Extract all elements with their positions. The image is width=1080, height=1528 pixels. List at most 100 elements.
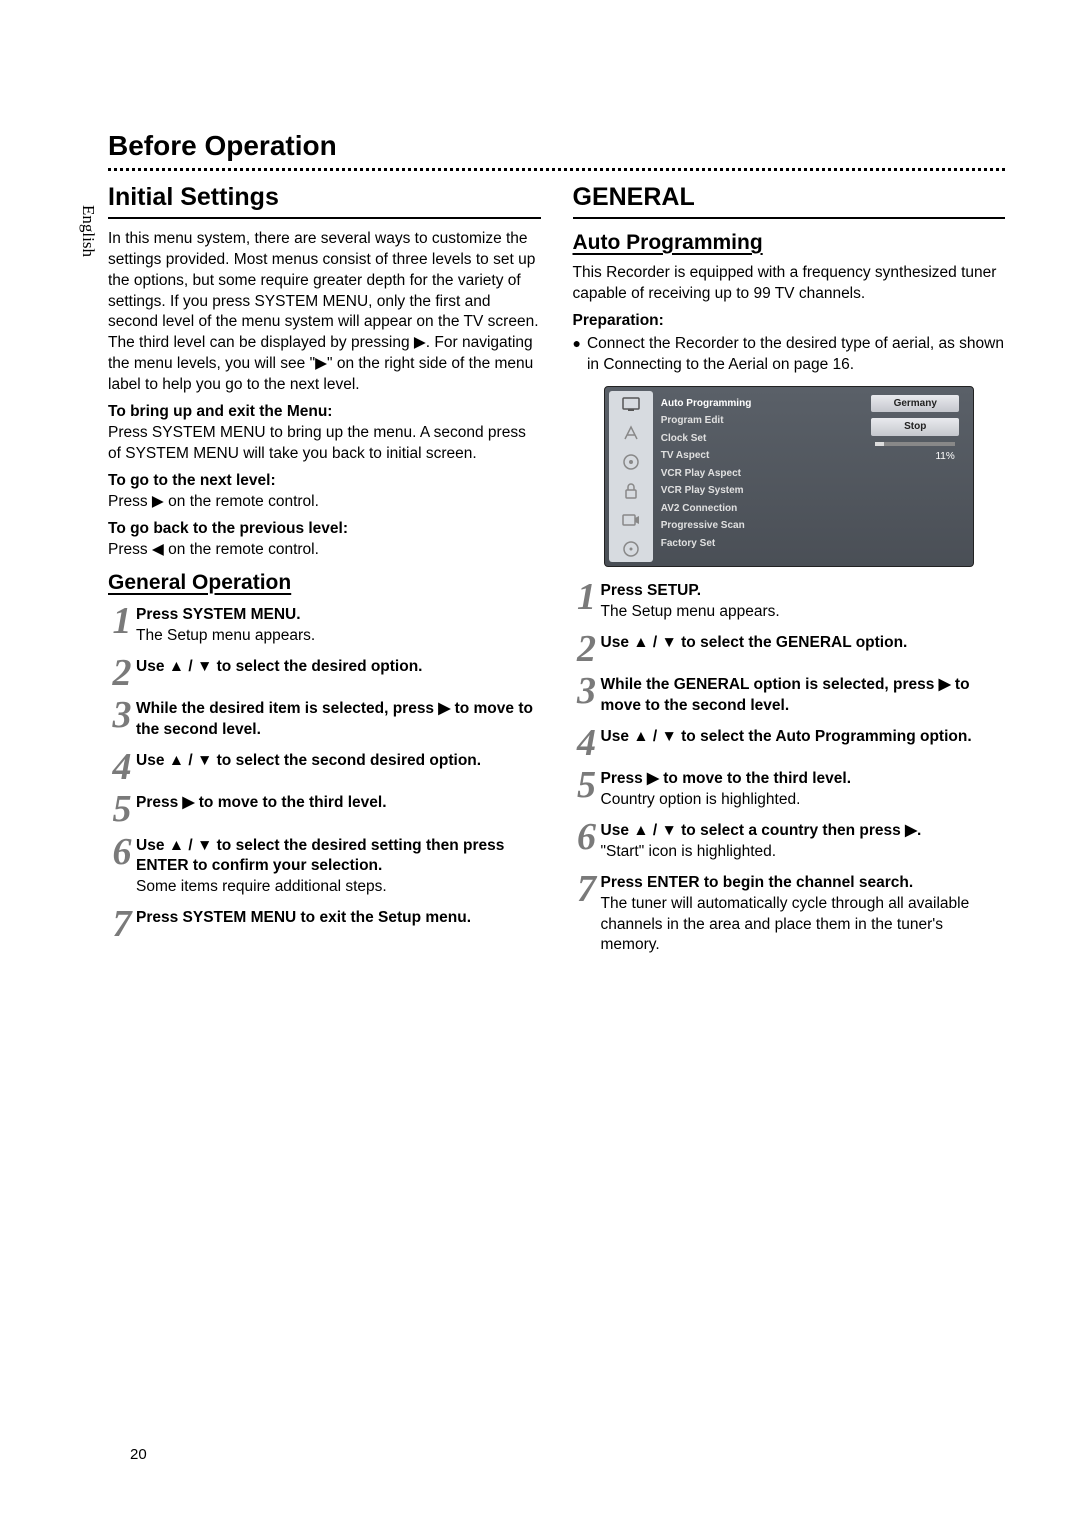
step-number: 7 xyxy=(573,873,601,905)
auto-prog-intro: This Recorder is equipped with a frequen… xyxy=(573,263,1006,305)
manual-page: English Before Operation Initial Setting… xyxy=(0,0,1080,1523)
prev-level-body: Press ◀ on the remote control. xyxy=(108,541,319,558)
step-item: 4Use ▲ / ▼ to select the second desired … xyxy=(108,751,541,783)
preparation-title: Preparation: xyxy=(573,311,1006,332)
next-level: To go to the next level: Press ▶ on the … xyxy=(108,471,541,513)
osd-country-button: Germany xyxy=(871,395,959,413)
bring-up-title: To bring up and exit the Menu: xyxy=(108,403,332,420)
two-column-layout: Initial Settings In this menu system, th… xyxy=(108,181,1005,966)
right-column: GENERAL Auto Programming This Recorder i… xyxy=(573,181,1006,966)
step-item: 3While the desired item is selected, pre… xyxy=(108,699,541,741)
osd-right-panel: Germany Stop 11% xyxy=(862,391,969,562)
lock-icon xyxy=(620,482,642,500)
osd-item: Auto Programming xyxy=(661,395,854,413)
initial-settings-intro: In this menu system, there are several w… xyxy=(108,229,541,396)
language-icon xyxy=(620,424,642,442)
step-number: 3 xyxy=(573,675,601,707)
next-level-title: To go to the next level: xyxy=(108,472,276,489)
step-bold: Press SYSTEM MENU to exit the Setup menu… xyxy=(136,909,471,926)
step-number: 5 xyxy=(108,793,136,825)
osd-progress-bar xyxy=(875,442,955,446)
step-number: 6 xyxy=(573,821,601,853)
osd-menu-items: Auto Programming Program Edit Clock Set … xyxy=(653,391,862,562)
osd-item: VCR Play System xyxy=(661,482,854,500)
osd-item: Program Edit xyxy=(661,412,854,430)
step-item: 4Use ▲ / ▼ to select the Auto Programmin… xyxy=(573,727,1006,759)
step-bold: While the GENERAL option is selected, pr… xyxy=(601,676,970,714)
step-item: 1Press SYSTEM MENU. The Setup menu appear… xyxy=(108,605,541,647)
step-body: Some items require additional steps. xyxy=(136,878,387,895)
step-number: 3 xyxy=(108,699,136,731)
preparation-text: Connect the Recorder to the desired type… xyxy=(587,334,1005,376)
step-bold: Use ▲ / ▼ to select the Auto Programming… xyxy=(601,728,972,745)
step-item: 2Use ▲ / ▼ to select the GENERAL option. xyxy=(573,633,1006,665)
step-number: 2 xyxy=(108,657,136,689)
heading-general: GENERAL xyxy=(573,181,723,217)
bring-up-body: Press SYSTEM MENU to bring up the menu. … xyxy=(108,424,526,462)
dotted-divider xyxy=(108,168,1005,171)
step-body: The tuner will automatically cycle throu… xyxy=(601,895,970,954)
step-item: 6Use ▲ / ▼ to select the desired setting… xyxy=(108,836,541,899)
step-item: 5Press ▶ to move to the third level. xyxy=(108,793,541,825)
step-number: 1 xyxy=(573,581,601,613)
step-item: 1Press SETUP. The Setup menu appears. xyxy=(573,581,1006,623)
tv-icon xyxy=(620,395,642,413)
osd-menu-screenshot: Auto Programming Program Edit Clock Set … xyxy=(604,386,974,567)
heading-initial-settings: Initial Settings xyxy=(108,181,308,217)
step-item: 2Use ▲ / ▼ to select the desired option. xyxy=(108,657,541,689)
step-bold: Use ▲ / ▼ to select the desired setting … xyxy=(136,837,504,875)
osd-item: Factory Set xyxy=(661,535,854,553)
osd-stop-button: Stop xyxy=(871,418,959,436)
record-icon xyxy=(620,511,642,529)
osd-item: TV Aspect xyxy=(661,447,854,465)
next-level-body: Press ▶ on the remote control. xyxy=(108,493,319,510)
step-body: Country option is highlighted. xyxy=(601,791,801,808)
step-bold: Use ▲ / ▼ to select the second desired o… xyxy=(136,752,481,769)
step-bold: Press SYSTEM MENU. xyxy=(136,606,301,623)
step-bold: While the desired item is selected, pres… xyxy=(136,700,533,738)
step-bold: Use ▲ / ▼ to select the desired option. xyxy=(136,658,423,675)
osd-item: Progressive Scan xyxy=(661,517,854,535)
step-item: 5Press ▶ to move to the third level. Coun… xyxy=(573,769,1006,811)
heading-general-operation: General Operation xyxy=(108,569,541,597)
language-tab: English xyxy=(78,205,98,257)
step-number: 7 xyxy=(108,908,136,940)
osd-item: AV2 Connection xyxy=(661,500,854,518)
bullet-icon: ● xyxy=(573,334,581,354)
step-number: 5 xyxy=(573,769,601,801)
step-item: 3While the GENERAL option is selected, p… xyxy=(573,675,1006,717)
step-bold: Press ENTER to begin the channel search. xyxy=(601,874,914,891)
osd-item: VCR Play Aspect xyxy=(661,465,854,483)
step-number: 4 xyxy=(573,727,601,759)
left-column: Initial Settings In this menu system, th… xyxy=(108,181,541,966)
page-number: 20 xyxy=(130,1446,1005,1463)
step-body: The Setup menu appears. xyxy=(601,603,780,620)
step-number: 1 xyxy=(108,605,136,637)
step-body: The Setup menu appears. xyxy=(136,627,315,644)
prev-level: To go back to the previous level: Press … xyxy=(108,519,541,561)
disc-small-icon xyxy=(620,540,642,558)
step-bold: Press ▶ to move to the third level. xyxy=(136,794,387,811)
osd-icon-column xyxy=(609,391,653,562)
osd-progress-percent: 11% xyxy=(935,450,954,464)
step-body: "Start" icon is highlighted. xyxy=(601,843,777,860)
step-bold: Press SETUP. xyxy=(601,582,702,599)
step-bold: Use ▲ / ▼ to select the GENERAL option. xyxy=(601,634,908,651)
auto-programming-steps: 1Press SETUP.The Setup menu appears. 2Us… xyxy=(573,581,1006,957)
step-item: 7Press ENTER to begin the channel search… xyxy=(573,873,1006,957)
step-number: 4 xyxy=(108,751,136,783)
heading-auto-programming: Auto Programming xyxy=(573,229,1006,257)
step-number: 2 xyxy=(573,633,601,665)
general-operation-steps: 1Press SYSTEM MENU. The Setup menu appear… xyxy=(108,605,541,941)
prev-level-title: To go back to the previous level: xyxy=(108,520,348,537)
bring-up-menu: To bring up and exit the Menu: Press SYS… xyxy=(108,402,541,465)
step-item: 7Press SYSTEM MENU to exit the Setup men… xyxy=(108,908,541,940)
osd-item: Clock Set xyxy=(661,430,854,448)
disc-icon xyxy=(620,453,642,471)
preparation-bullet: ● Connect the Recorder to the desired ty… xyxy=(573,334,1006,376)
step-number: 6 xyxy=(108,836,136,868)
step-item: 6Use ▲ / ▼ to select a country then pres… xyxy=(573,821,1006,863)
heading-before-operation: Before Operation xyxy=(108,130,1005,162)
step-bold: Use ▲ / ▼ to select a country then press… xyxy=(601,822,922,839)
step-bold: Press ▶ to move to the third level. xyxy=(601,770,852,787)
